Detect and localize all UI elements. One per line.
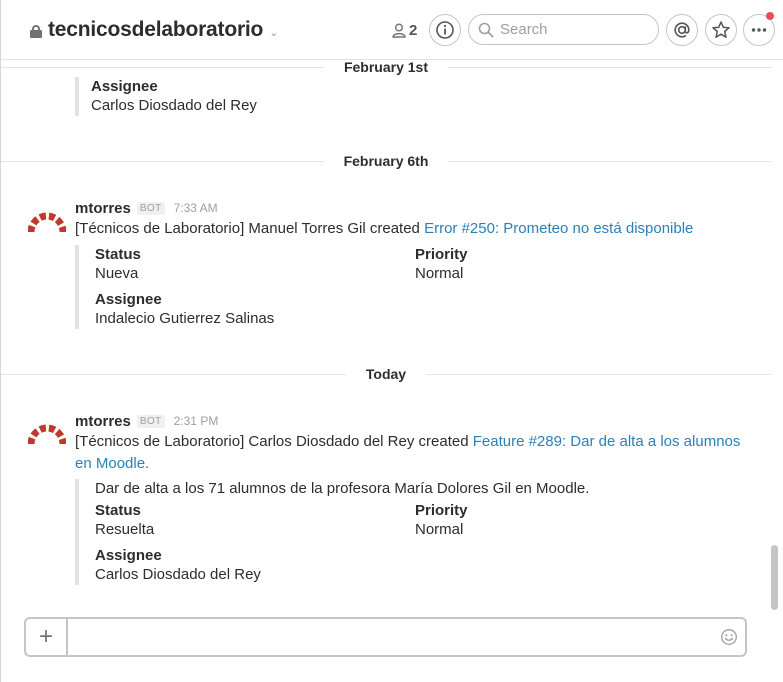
starred-button[interactable]	[705, 14, 737, 46]
plus-icon: +	[38, 623, 53, 650]
message-text: [Técnicos de Laboratorio] Manuel Torres …	[75, 218, 755, 240]
issue-attachment: Status Nueva Priority Normal Assignee In…	[75, 245, 755, 329]
message-text-prefix: [Técnicos de Laboratorio] Carlos Diosdad…	[75, 433, 473, 450]
status-title: Status	[95, 502, 141, 519]
status-field: Status Nueva	[95, 245, 141, 283]
bot-badge: BOT	[136, 414, 165, 428]
app-window: tecnicosdelaboratorio ⌄ 2 Search Februar…	[0, 0, 783, 682]
message-text-prefix: [Técnicos de Laboratorio] Manuel Torres …	[75, 220, 425, 237]
more-icon	[751, 28, 767, 32]
message-list[interactable]: February 1st Assignee Carlos Diosdado de…	[1, 60, 771, 610]
status-title: Status	[95, 246, 141, 263]
date-divider-label: February 6th	[323, 153, 449, 169]
channel-name: tecnicosdelaboratorio	[48, 18, 264, 41]
info-icon	[436, 21, 454, 39]
lock-icon	[30, 25, 42, 38]
member-count-button[interactable]: 2	[392, 20, 417, 40]
priority-title: Priority	[415, 246, 468, 263]
assignee-field: Assignee Indalecio Gutierrez Salinas	[95, 290, 274, 328]
notification-dot	[766, 12, 774, 20]
date-divider-today: Today	[1, 366, 771, 382]
priority-value: Normal	[415, 521, 464, 538]
mention-icon	[674, 22, 690, 38]
add-attachment-button[interactable]: +	[26, 619, 68, 655]
priority-value: Normal	[415, 265, 464, 282]
search-input[interactable]	[500, 21, 650, 38]
message-author[interactable]: mtorres	[75, 200, 131, 217]
emoji-icon[interactable]	[720, 628, 738, 646]
channel-header: tecnicosdelaboratorio ⌄ 2	[1, 0, 783, 60]
assignee-value: Indalecio Gutierrez Salinas	[95, 310, 275, 327]
status-field: Status Resuelta	[95, 501, 154, 539]
issue-link[interactable]: Error #250: Prometeo no está disponible	[424, 220, 693, 237]
message-text: [Técnicos de Laboratorio] Carlos Diosdad…	[75, 431, 755, 475]
search-box[interactable]	[468, 14, 659, 45]
assignee-field: Assignee Carlos Diosdado del Rey	[95, 546, 261, 584]
date-divider-label: February 1st	[323, 60, 449, 75]
assignee-title: Assignee	[95, 291, 162, 308]
date-divider-label: Today	[345, 366, 427, 382]
message-timestamp[interactable]: 2:31 PM	[174, 414, 219, 428]
message-author[interactable]: mtorres	[75, 413, 131, 430]
star-icon	[712, 21, 730, 38]
issue-description: Dar de alta a los 71 alumnos de la profe…	[95, 479, 589, 498]
message-timestamp[interactable]: 7:33 AM	[174, 201, 218, 215]
channel-title-button[interactable]: tecnicosdelaboratorio ⌄	[30, 17, 278, 43]
date-divider-feb-1: February 1st	[1, 60, 771, 75]
attachment-partial: Assignee Carlos Diosdado del Rey	[75, 77, 675, 116]
channel-info-button[interactable]	[429, 14, 461, 46]
bot-avatar-icon[interactable]	[28, 418, 66, 446]
chevron-down-icon: ⌄	[269, 27, 279, 39]
description-text: Dar de alta a los 71 alumnos de la profe…	[95, 480, 590, 497]
issue-attachment: Dar de alta a los 71 alumnos de la profe…	[75, 479, 755, 585]
priority-title: Priority	[415, 502, 468, 519]
search-icon	[478, 22, 494, 37]
message-composer: +	[24, 617, 747, 657]
assignee-value: Carlos Diosdado del Rey	[95, 566, 261, 583]
priority-field: Priority Normal	[415, 501, 468, 539]
date-divider-feb-6: February 6th	[1, 153, 771, 169]
mentions-button[interactable]	[666, 14, 698, 46]
person-icon	[392, 23, 406, 38]
message-input[interactable]	[78, 627, 708, 647]
status-value: Nueva	[95, 265, 139, 282]
priority-field: Priority Normal	[415, 245, 468, 283]
message-header: mtorres BOT 7:33 AM	[75, 199, 218, 217]
assignee-title: Assignee	[95, 547, 162, 564]
status-value: Resuelta	[95, 521, 155, 538]
bot-avatar-icon[interactable]	[28, 206, 66, 234]
member-count: 2	[409, 21, 418, 39]
assignee-title: Assignee	[91, 78, 158, 95]
message-list-scrollbar[interactable]	[771, 545, 778, 610]
bot-badge: BOT	[136, 201, 165, 215]
assignee-value: Carlos Diosdado del Rey	[91, 97, 257, 114]
message-header: mtorres BOT 2:31 PM	[75, 412, 218, 430]
